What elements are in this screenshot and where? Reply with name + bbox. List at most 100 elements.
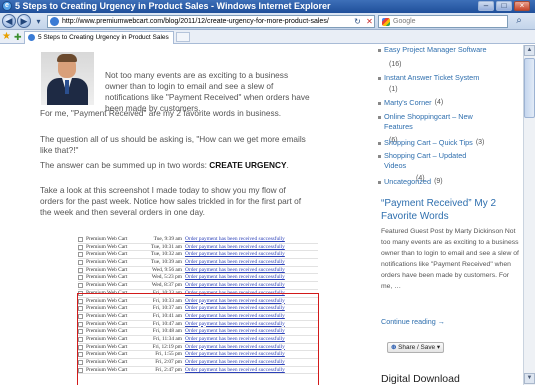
scroll-down-icon[interactable]: ▼	[524, 373, 535, 384]
scroll-thumb[interactable]	[524, 58, 535, 118]
share-dropdown-icon: ▾	[436, 344, 441, 351]
address-bar[interactable]: http://www.premiumwebcart.com/blog/2011/…	[47, 15, 375, 28]
paragraph-screenshot-intro: Take a look at this screenshot I made to…	[40, 185, 302, 217]
row-checkbox[interactable]	[78, 283, 83, 289]
sidebar-category-count: (1)	[389, 86, 398, 93]
row-checkbox[interactable]	[78, 260, 83, 266]
highlight-box	[77, 293, 319, 385]
browser-window: e 5 Steps to Creating Urgency in Product…	[0, 0, 535, 385]
digital-download-heading: Digital Download	[381, 373, 460, 385]
category-bullet	[378, 49, 381, 52]
new-tab-button[interactable]	[176, 32, 190, 42]
order-subject[interactable]: Order payment has been received successf…	[185, 251, 285, 258]
category-bullet	[378, 77, 381, 80]
answer-suffix: .	[286, 160, 289, 170]
share-label: Share / Save	[398, 344, 436, 351]
featured-post-title[interactable]: “Payment Received” My 2 Favorite Words	[381, 197, 519, 223]
category-bullet	[378, 116, 381, 119]
order-sender: Premium Web Cart	[86, 274, 128, 281]
sidebar-category-count: (16)	[389, 61, 402, 68]
sidebar-category-link[interactable]: Uncategorized	[384, 177, 519, 187]
sidebar-category-link[interactable]: Shopping Cart – Quick Tips	[384, 138, 519, 148]
sidebar-category-count: (3)	[475, 139, 485, 146]
category-bullet	[378, 142, 381, 145]
refresh-icon[interactable]: ↻	[352, 16, 363, 27]
paragraph-favorite-words: For me, "Payment Received" are my 2 favo…	[40, 108, 282, 118]
sidebar-category-link[interactable]: Marty's Corner	[384, 98, 519, 108]
answer-prefix: The answer can be summed up in two words…	[40, 160, 210, 170]
nav-dropdown-icon[interactable]: ▾	[33, 16, 44, 27]
sidebar-category-link[interactable]: Shopping Cart – Updated Videos	[384, 151, 489, 171]
order-date: Tue, 9:39 am	[153, 236, 182, 242]
row-checkbox[interactable]	[78, 267, 83, 273]
tab-current[interactable]: 5 Steps to Creating Urgency in Product S…	[24, 31, 174, 44]
featured-post-excerpt: Featured Guest Post by Marty Dickinson N…	[381, 228, 519, 290]
search-box[interactable]: Google	[378, 15, 508, 28]
stop-icon[interactable]: ✕	[364, 16, 375, 27]
sidebar-category-count: (9)	[434, 178, 443, 185]
order-subject[interactable]: Order payment has been received successf…	[185, 282, 285, 289]
paragraph-answer: The answer can be summed up in two words…	[40, 160, 320, 171]
order-subject[interactable]: Order payment has been received successf…	[185, 244, 285, 251]
window-title: 5 Steps to Creating Urgency in Product S…	[15, 1, 331, 11]
row-checkbox[interactable]	[78, 244, 83, 250]
add-favorites-icon[interactable]: ✚	[14, 31, 22, 43]
maximize-button[interactable]: □	[496, 1, 512, 11]
continue-reading-link[interactable]: Continue reading →	[381, 317, 445, 327]
order-date: Tue, 10:39 am	[150, 259, 182, 266]
sidebar-category-link[interactable]: Online Shoppingcart – New Features	[384, 112, 489, 132]
close-button[interactable]: ×	[514, 1, 530, 11]
favorites-star-icon[interactable]: ★	[2, 31, 11, 43]
category-bullet	[378, 102, 381, 105]
ie-logo-icon: e	[2, 1, 12, 11]
order-row[interactable]: Premium Web Cart Tue, 10:39 am Order payme…	[78, 259, 318, 267]
tab-title: 5 Steps to Creating Urgency in Product S…	[38, 34, 169, 41]
search-placeholder: Google	[393, 18, 416, 25]
order-date: Wed, 8:37 pm	[151, 282, 182, 289]
navigation-bar: ◀ ▶ ▾ http://www.premiumwebcart.com/blog…	[0, 13, 535, 30]
google-logo-icon	[382, 18, 390, 26]
order-date: Wed, 5:23 pm	[151, 274, 182, 281]
order-date: Tue, 10:32 am	[150, 251, 182, 258]
forward-button[interactable]: ▶	[17, 14, 31, 28]
order-subject[interactable]: Order payment has been received successf…	[185, 274, 285, 281]
author-photo	[41, 52, 94, 105]
sidebar-category-link[interactable]: Instant Answer Ticket System	[384, 73, 519, 83]
order-row[interactable]: Premium Web Cart Wed, 8:37 pm Order paymen…	[78, 282, 318, 290]
order-sender: Premium Web Cart	[86, 251, 128, 258]
order-row[interactable]: Premium Web Cart Tue, 9:39 am Order paymen…	[78, 236, 318, 244]
order-row[interactable]: Premium Web Cart Tue, 10:32 am Order payme…	[78, 251, 318, 260]
title-bar: e 5 Steps to Creating Urgency in Product…	[0, 0, 535, 13]
order-sender: Premium Web Cart	[86, 259, 128, 266]
row-checkbox[interactable]	[78, 237, 83, 242]
order-sender: Premium Web Cart	[86, 243, 128, 250]
search-icon[interactable]: ⌕	[512, 14, 526, 28]
row-checkbox[interactable]	[78, 275, 83, 281]
paragraph-question: The question all of us should be asking …	[40, 134, 306, 155]
order-sender: Premium Web Cart	[86, 236, 128, 242]
order-row[interactable]: Premium Web Cart Wed, 5:23 pm Order paymen…	[78, 274, 318, 283]
category-bullet	[378, 181, 381, 184]
order-date: Tue, 10:31 am	[150, 243, 182, 250]
order-subject[interactable]: Order payment has been received successf…	[185, 259, 285, 266]
row-checkbox[interactable]	[78, 252, 83, 258]
page-icon	[50, 17, 59, 26]
category-bullet	[378, 155, 381, 158]
address-text: http://www.premiumwebcart.com/blog/2011/…	[62, 18, 329, 25]
sidebar-category-link[interactable]: Easy Project Manager Software	[384, 45, 519, 55]
tab-bar: ★ ✚ 5 Steps to Creating Urgency in Produ…	[0, 30, 535, 44]
share-icon: ⊕	[391, 344, 397, 351]
share-save-button[interactable]: ⊕ Share / Save ▾	[387, 342, 444, 353]
back-button[interactable]: ◀	[2, 14, 16, 28]
sidebar-category-count: (4)	[434, 99, 444, 106]
order-subject[interactable]: Order payment has been received successf…	[185, 267, 285, 274]
scroll-up-icon[interactable]: ▲	[524, 45, 535, 56]
minimize-button[interactable]: –	[478, 1, 494, 11]
tab-page-icon	[28, 34, 35, 41]
answer-bold: CREATE URGENCY	[209, 160, 287, 170]
order-sender: Premium Web Cart	[86, 282, 128, 289]
order-sender: Premium Web Cart	[86, 266, 128, 273]
vertical-scrollbar[interactable]: ▲ ▼	[523, 45, 535, 385]
order-subject[interactable]: Order payment has been received successf…	[185, 236, 285, 243]
page-content: Not too many events are as exciting to a…	[0, 45, 523, 385]
